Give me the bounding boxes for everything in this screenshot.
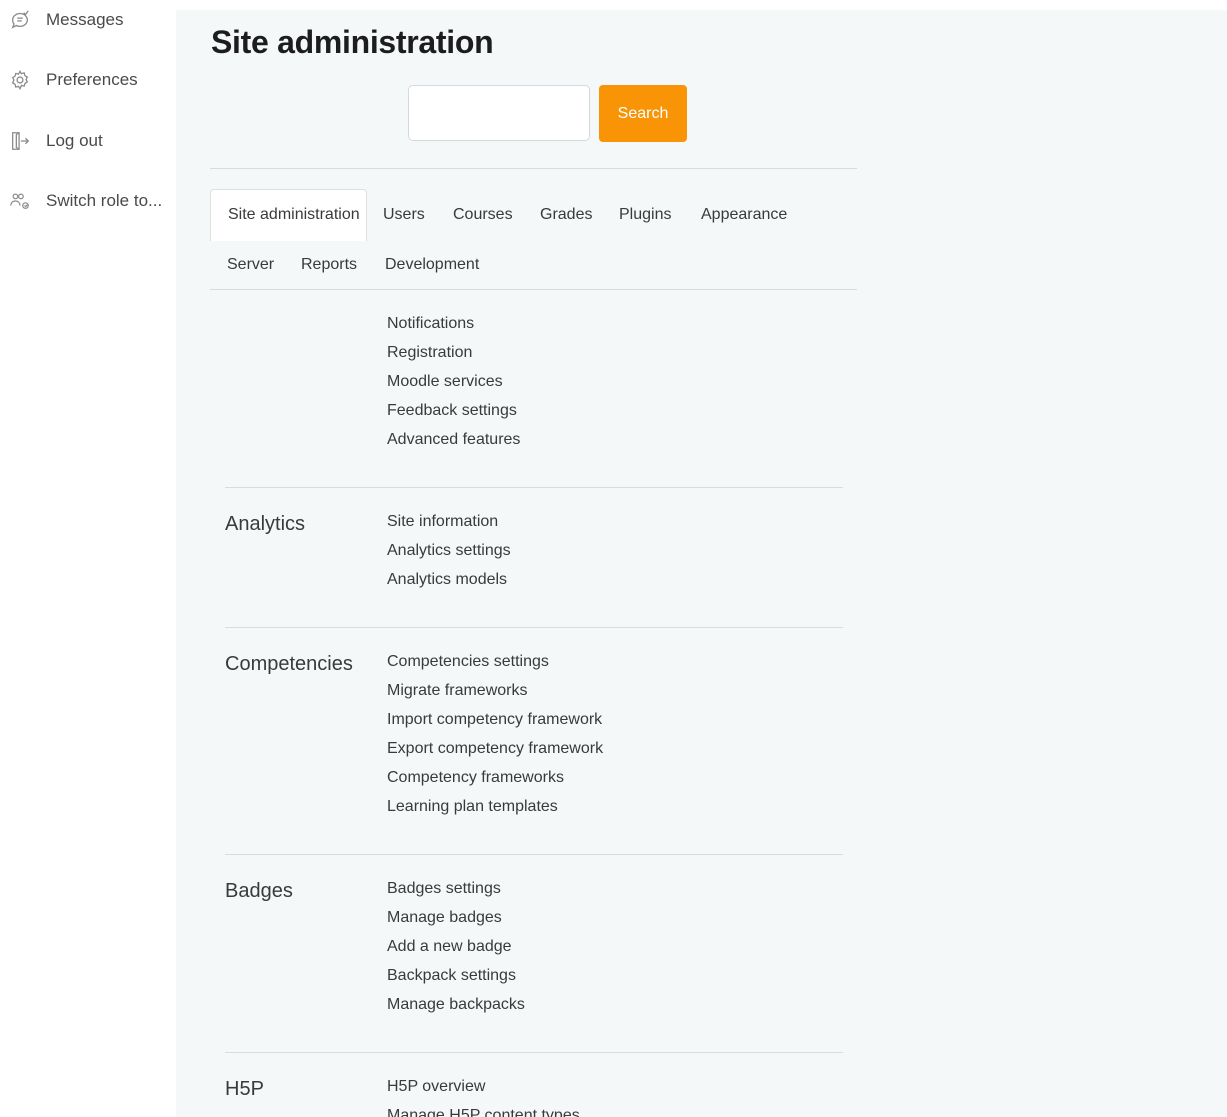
section-heading-analytics[interactable]: Analytics: [225, 513, 305, 536]
tab-users[interactable]: Users: [383, 206, 425, 224]
section-heading-h5p[interactable]: H5P: [225, 1078, 264, 1101]
user-menu: Messages Preferences Log out Switch role…: [0, 0, 176, 1117]
tab-appearance[interactable]: Appearance: [701, 206, 787, 224]
link-export-competency-framework[interactable]: Export competency framework: [387, 740, 603, 758]
section-divider: [225, 854, 843, 855]
section-divider: [225, 487, 843, 488]
menu-item-label: Messages: [46, 10, 124, 29]
link-manage-h5p-content-types[interactable]: Manage H5P content types: [387, 1107, 580, 1117]
logout-icon: [8, 129, 32, 153]
link-learning-plan-templates[interactable]: Learning plan templates: [387, 798, 558, 816]
section-divider: [225, 627, 843, 628]
tab-server[interactable]: Server: [227, 256, 274, 274]
link-feedback-settings[interactable]: Feedback settings: [387, 402, 517, 420]
tab-reports[interactable]: Reports: [301, 256, 357, 274]
link-analytics-settings[interactable]: Analytics settings: [387, 542, 511, 560]
link-site-information[interactable]: Site information: [387, 513, 498, 531]
menu-item-label: Switch role to...: [46, 191, 163, 210]
divider: [210, 168, 857, 169]
section-divider: [225, 1052, 843, 1053]
link-notifications[interactable]: Notifications: [387, 315, 474, 333]
menu-item-label: Log out: [46, 131, 103, 150]
menu-item-label: Preferences: [46, 70, 138, 89]
tab-development[interactable]: Development: [385, 256, 479, 274]
link-badges-settings[interactable]: Badges settings: [387, 880, 501, 898]
section-heading-competencies[interactable]: Competencies: [225, 653, 353, 676]
link-migrate-frameworks[interactable]: Migrate frameworks: [387, 682, 527, 700]
menu-item-messages[interactable]: Messages: [8, 5, 123, 35]
link-competencies-settings[interactable]: Competencies settings: [387, 653, 549, 671]
menu-item-preferences[interactable]: Preferences: [8, 65, 138, 95]
link-competency-frameworks[interactable]: Competency frameworks: [387, 769, 564, 787]
link-import-competency-framework[interactable]: Import competency framework: [387, 711, 602, 729]
gear-icon: [8, 68, 32, 92]
search-button[interactable]: Search: [599, 85, 687, 142]
search-input[interactable]: [408, 85, 590, 141]
tab-grades[interactable]: Grades: [540, 206, 592, 224]
link-analytics-models[interactable]: Analytics models: [387, 571, 507, 589]
divider: [210, 289, 857, 290]
link-h5p-overview[interactable]: H5P overview: [387, 1078, 485, 1096]
switch-role-icon: [8, 189, 32, 213]
tab-courses[interactable]: Courses: [453, 206, 513, 224]
link-backpack-settings[interactable]: Backpack settings: [387, 967, 516, 985]
menu-item-logout[interactable]: Log out: [8, 126, 103, 156]
link-moodle-services[interactable]: Moodle services: [387, 373, 503, 391]
main-content: Site administration Search Site administ…: [176, 10, 1227, 1117]
page-title: Site administration: [211, 24, 494, 60]
menu-item-switch-role[interactable]: Switch role to...: [8, 186, 162, 216]
section-heading-badges[interactable]: Badges: [225, 880, 293, 903]
tab-plugins[interactable]: Plugins: [619, 206, 671, 224]
link-advanced-features[interactable]: Advanced features: [387, 431, 520, 449]
link-manage-backpacks[interactable]: Manage backpacks: [387, 996, 525, 1014]
link-add-a-new-badge[interactable]: Add a new badge: [387, 938, 512, 956]
link-manage-badges[interactable]: Manage badges: [387, 909, 502, 927]
link-registration[interactable]: Registration: [387, 344, 472, 362]
messages-icon: [8, 8, 32, 32]
tab-site-administration[interactable]: Site administration: [228, 206, 360, 224]
